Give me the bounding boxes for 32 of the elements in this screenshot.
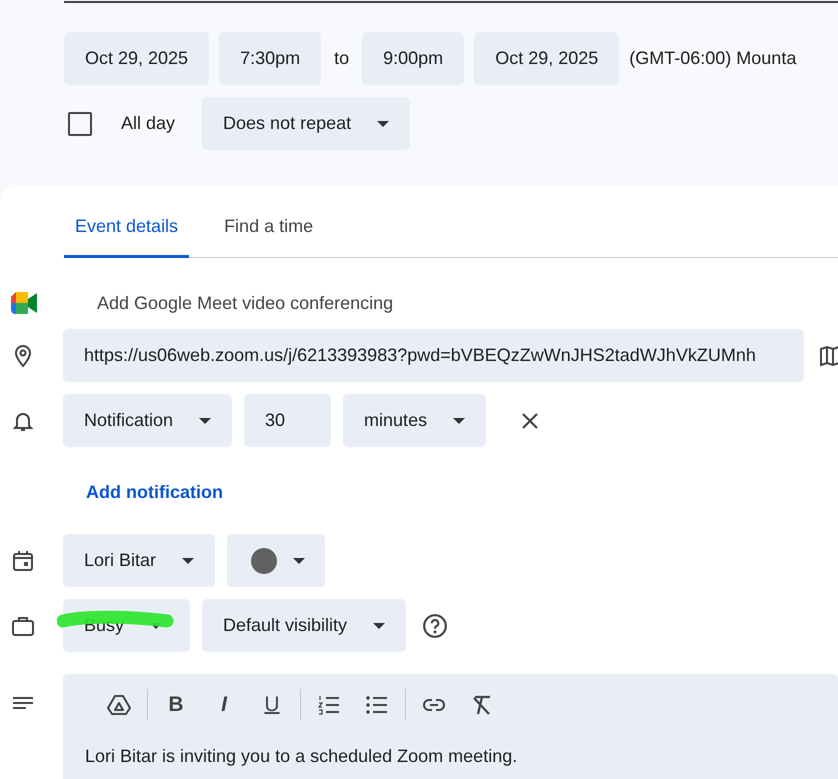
format-button[interactable]: I bbox=[212, 693, 236, 717]
end-date-button[interactable]: Oct 29, 2025 bbox=[474, 32, 620, 85]
end-time-button[interactable]: 9:00pm bbox=[362, 32, 464, 85]
notification-amount-field[interactable]: 30 bbox=[244, 394, 332, 447]
calendar-icon bbox=[11, 548, 35, 572]
notification-type-dropdown[interactable]: Notification bbox=[63, 394, 232, 447]
format-button[interactable]: B bbox=[164, 693, 188, 717]
description-text: Lori Bitar is inviting you to a scheduled Zoom meeting. bbox=[85, 746, 518, 767]
repeat-dropdown[interactable]: Does not repeat bbox=[202, 97, 410, 150]
start-date-button[interactable]: Oct 29, 2025 bbox=[64, 32, 210, 85]
map-icon[interactable] bbox=[818, 344, 838, 368]
color-dropdown[interactable] bbox=[227, 534, 326, 587]
close-icon[interactable] bbox=[520, 410, 540, 430]
location-field[interactable]: https://us06web.zoom.us/j/6213393983?pwd=bVBEQzZwWnJHS2tadWJhVkZUMnh bbox=[63, 329, 804, 382]
numbered-list-icon[interactable] bbox=[317, 693, 341, 717]
tab[interactable]: Event details bbox=[64, 187, 190, 258]
format-button[interactable]: U bbox=[260, 693, 284, 717]
video-camera-icon bbox=[11, 292, 37, 314]
triangle-icon[interactable] bbox=[107, 693, 131, 717]
to-label: to bbox=[334, 48, 350, 69]
start-time-button[interactable]: 7:30pm bbox=[219, 32, 322, 85]
all-day-label: All day bbox=[121, 113, 176, 134]
add-notification-link[interactable]: Add notification bbox=[86, 482, 223, 502]
tab[interactable]: Find a time bbox=[213, 187, 324, 258]
all-day-checkbox[interactable] bbox=[68, 112, 92, 136]
timezone-label[interactable]: (GMT-06:00) Mounta bbox=[629, 48, 796, 69]
calendar-dropdown[interactable]: Lori Bitar bbox=[63, 534, 216, 587]
notification-unit-dropdown[interactable]: minutes bbox=[343, 394, 486, 447]
add-conferencing-link[interactable]: Add Google Meet video conferencing bbox=[97, 292, 394, 314]
visibility-dropdown[interactable]: Default visibility bbox=[202, 599, 406, 652]
description-editor[interactable]: B I U Lori Bitar is inviting you to a scheduled Zoom meeting. bbox=[63, 674, 838, 779]
help-icon[interactable] bbox=[422, 612, 448, 638]
